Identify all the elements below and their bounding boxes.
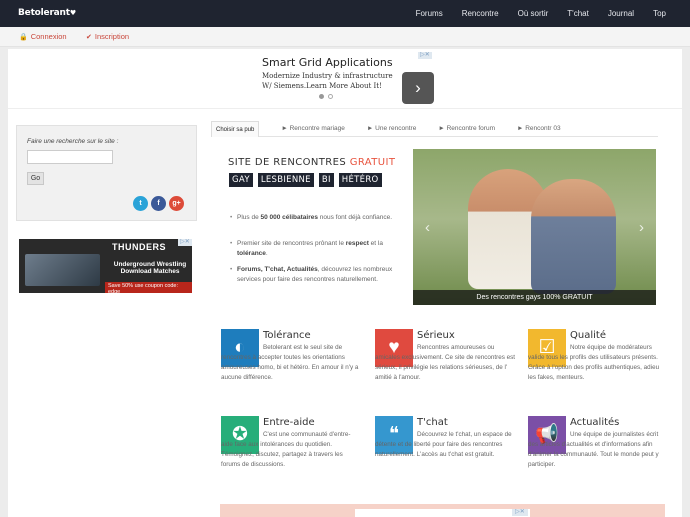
auth-bar: 🔒 Connexion ✔ Inscription [0, 27, 690, 47]
carousel-dot[interactable] [328, 94, 333, 99]
login-label: Connexion [30, 32, 67, 41]
carousel-dots [319, 94, 333, 99]
nav-forums[interactable]: Forums [416, 9, 443, 18]
photo-caption: Des rencontres gays 100% GRATUIT [413, 290, 656, 305]
feature-text: Notre équipe de modérateurs valide tous … [528, 344, 660, 381]
b2-bold2: tolérance [237, 250, 266, 257]
b2-mid: et la [368, 240, 383, 247]
google-plus-icon[interactable]: g+ [169, 196, 184, 211]
ad-line-2: W/ Siemens.Learn More About It! [262, 82, 382, 90]
ad-line-1: Modernize Industry & infrastructure [262, 72, 393, 80]
ad-links-bar: Choisir sa pub ► Rencontre mariage ► Une… [211, 120, 658, 137]
feature-title: Actualités [570, 417, 620, 428]
hero-title-prefix: SITE DE RENCONTRES [228, 157, 350, 168]
go-button[interactable]: Go [27, 172, 44, 185]
ad-title: Smart Grid Applications [262, 56, 393, 69]
main-content: Smart Grid Applications Modernize Indust… [8, 49, 682, 517]
chevron-left-icon[interactable]: ‹ [425, 219, 430, 236]
nav-rencontre[interactable]: Rencontre [462, 9, 499, 18]
b1-pre: Plus de [237, 214, 261, 221]
b2-pre: Premier site de rencontres prônant le [237, 240, 346, 247]
link-rencontre-03[interactable]: ► Rencontr 03 [517, 125, 561, 132]
feature-title: Sérieux [417, 330, 455, 341]
nav-top[interactable]: Top [653, 9, 666, 18]
nav-tchat[interactable]: T'chat [567, 9, 589, 18]
chevron-right-icon[interactable]: › [402, 72, 434, 104]
signup-link[interactable]: ✔ Inscription [86, 32, 129, 41]
hero-photo[interactable]: ‹ › Des rencontres gays 100% GRATUIT [413, 149, 656, 305]
link-rencontre-mariage[interactable]: ► Rencontre mariage [281, 125, 345, 132]
heart-icon: ♥ [69, 9, 76, 17]
orientation-tags: GAY LESBIENNE BI HÉTÉRO [229, 173, 382, 187]
b3-bold: Forums, T'chat, Actualités [237, 266, 318, 273]
facebook-icon[interactable]: f [151, 196, 166, 211]
site-logo[interactable]: Betolerant♥ [18, 8, 76, 18]
ad-close-icon[interactable]: ▷✕ [178, 239, 192, 246]
search-panel: Faire une recherche sur le site : Go t f… [16, 125, 197, 221]
search-input[interactable] [27, 150, 113, 164]
tag-lesbienne: LESBIENNE [257, 173, 314, 187]
nav-ou-sortir[interactable]: Où sortir [518, 9, 549, 18]
bottom-ad[interactable] [355, 509, 530, 517]
ad-image [25, 254, 100, 286]
feature-text: Une équipe de journalistes écrit des art… [528, 431, 659, 468]
hero-bullet-1: Plus de 50 000 célibataires nous font dé… [230, 213, 397, 223]
b2-bold1: respect [345, 240, 369, 247]
feature-text: C'est une communauté d'entre-aide face a… [221, 431, 351, 468]
feature-text: Rencontres amoureuses ou amicales exclus… [375, 344, 515, 381]
feature-text: Découvrez le t'chat, un espace de détent… [375, 431, 512, 458]
search-label: Faire une recherche sur le site : [27, 138, 119, 145]
hero-bullet-3: Forums, T'chat, Actualités, découvrez le… [230, 265, 397, 285]
ad-promo: Save 50% use coupon code: edge [105, 282, 192, 293]
hero-title: SITE DE RENCONTRES GRATUIT [228, 157, 395, 168]
ad-text: Underground Wrestling Download Matches [111, 261, 189, 275]
hero-title-accent: GRATUIT [349, 157, 396, 168]
person-figure [531, 179, 616, 294]
ad-close-icon[interactable]: ▷✕ [512, 509, 528, 516]
ad-brand: THUNDERS [112, 242, 167, 252]
main-nav: Forums Rencontre Où sortir T'chat Journa… [397, 9, 666, 18]
tab-choose-ad[interactable]: Choisir sa pub [211, 120, 260, 137]
tag-bi: BI [318, 173, 334, 187]
feature-title: Entre-aide [263, 417, 315, 428]
lock-icon: 🔒 [19, 34, 28, 41]
b1-post: nous font déjà confiance. [317, 214, 393, 221]
divider [8, 108, 682, 109]
ad-close-icon[interactable]: ▷✕ [418, 52, 432, 59]
feature-text: Betolerant est le seul site de rencontre… [221, 344, 359, 381]
feature-title: Tolérance [263, 330, 311, 341]
check-icon: ✔ [86, 34, 92, 41]
ad-text-line1: Underground Wrestling [113, 261, 187, 268]
tag-gay: GAY [229, 173, 253, 187]
tag-hetero: HÉTÉRO [338, 173, 382, 187]
login-link[interactable]: 🔒 Connexion [19, 32, 67, 41]
feature-title: T'chat [417, 417, 448, 428]
twitter-icon[interactable]: t [133, 196, 148, 211]
side-ad[interactable]: THUNDERS Underground Wrestling Download M… [19, 239, 192, 293]
b1-bold: 50 000 célibataires [260, 214, 318, 221]
bottom-ad-bar: ▷✕ [220, 504, 665, 517]
carousel-dot[interactable] [319, 94, 324, 99]
link-une-rencontre[interactable]: ► Une rencontre [367, 125, 416, 132]
nav-journal[interactable]: Journal [608, 9, 634, 18]
chevron-right-icon[interactable]: › [639, 219, 644, 236]
top-navbar: Betolerant♥ Forums Rencontre Où sortir T… [0, 0, 690, 27]
ad-text-line2: Download Matches [120, 268, 180, 275]
top-ad-banner[interactable]: Smart Grid Applications Modernize Indust… [262, 52, 434, 104]
link-rencontre-forum[interactable]: ► Rencontre forum [438, 125, 495, 132]
logo-text: Betolerant [18, 8, 70, 18]
signup-label: Inscription [94, 32, 130, 41]
feature-title: Qualité [570, 330, 606, 341]
b2-post: . [265, 250, 268, 257]
hero-bullet-2: Premier site de rencontres prônant le re… [230, 239, 397, 259]
